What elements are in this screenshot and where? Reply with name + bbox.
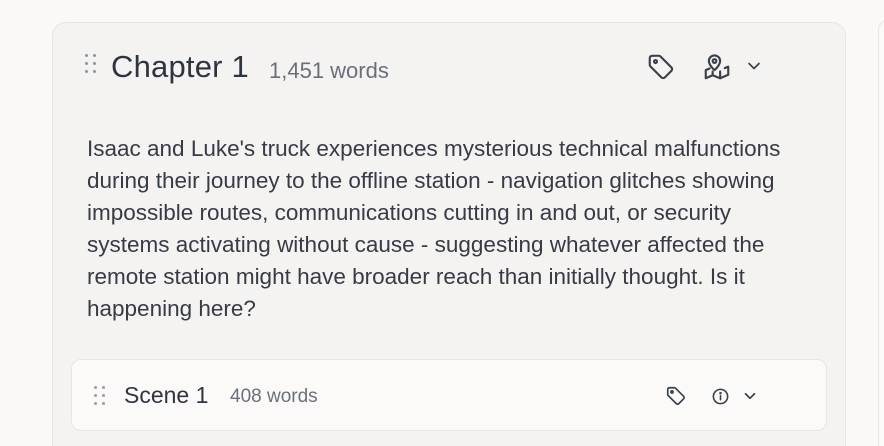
tag-icon [666,386,685,405]
chapter-summary[interactable]: Isaac and Luke's truck experiences myste… [87,133,817,325]
scene-tag-button[interactable] [664,384,688,408]
chapter-expand-button[interactable] [743,55,765,77]
adjacent-panel [878,20,884,446]
map-pin-icon [704,54,730,80]
chapter-word-count: 1,451 words [269,58,389,83]
tag-icon [648,54,674,80]
chevron-down-icon [744,392,756,400]
chevron-down-icon [748,62,760,70]
chapter-tag-button[interactable] [645,51,677,83]
scene-word-count: 408 words [230,386,318,407]
chapter-header: Chapter 1 1,451 words [53,23,845,115]
scene-drag-handle-icon[interactable] [94,386,105,405]
chapter-drag-handle-icon[interactable] [85,54,96,73]
page: Chapter 1 1,451 words Isaac and Luke's t… [0,0,884,446]
chapter-location-button[interactable] [701,51,733,83]
scene-info-button[interactable] [710,386,730,406]
scene-card[interactable]: Scene 1 408 words [71,359,827,431]
scene-title[interactable]: Scene 1 [124,382,208,409]
scene-expand-button[interactable] [740,386,760,406]
chapter-title[interactable]: Chapter 1 [111,49,249,85]
info-icon [712,388,728,404]
chapter-card: Chapter 1 1,451 words Isaac and Luke's t… [52,22,846,446]
